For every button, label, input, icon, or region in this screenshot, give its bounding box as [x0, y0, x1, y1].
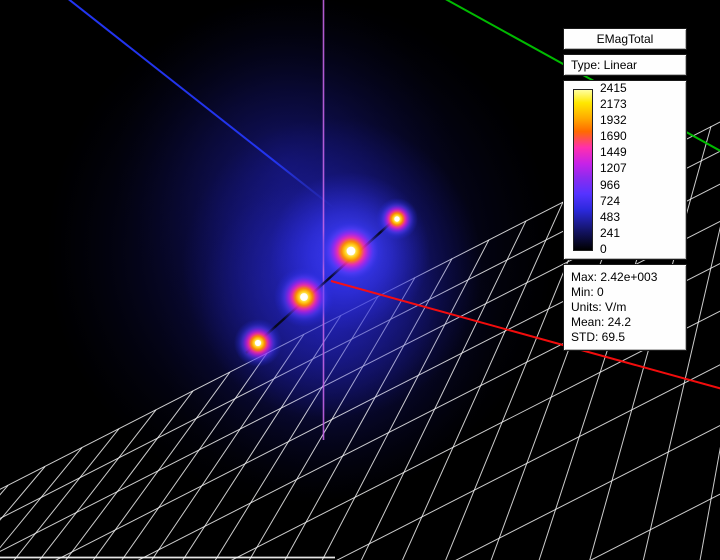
field-hotspot-core — [347, 247, 356, 256]
viewport-3d[interactable]: EMagTotal Type: Linear 2415 2173 1932 16… — [0, 0, 720, 560]
stat-units: Units: V/m — [571, 300, 679, 315]
colorbar-tick: 1932 — [600, 115, 627, 126]
legend-stats-panel[interactable]: Max: 2.42e+003 Min: 0 Units: V/m Mean: 2… — [563, 264, 687, 351]
legend-quantity-title[interactable]: EMagTotal — [563, 28, 687, 50]
colorbar-tick: 1207 — [600, 163, 627, 174]
colorbar-tick: 2173 — [600, 99, 627, 110]
colorbar-gradient — [573, 89, 593, 251]
colorbar-tick: 241 — [600, 228, 627, 239]
colorbar-tick: 483 — [600, 212, 627, 223]
colorbar-tick: 2415 — [600, 83, 627, 94]
stat-std: STD: 69.5 — [571, 330, 679, 345]
colorbar-ticks: 2415 2173 1932 1690 1449 1207 966 724 48… — [600, 83, 627, 255]
colorbar-tick: 1449 — [600, 147, 627, 158]
legend-scale-type[interactable]: Type: Linear — [563, 54, 687, 76]
field-legend: EMagTotal Type: Linear 2415 2173 1932 16… — [563, 28, 687, 355]
colorbar-tick: 1690 — [600, 131, 627, 142]
legend-colorbar-panel[interactable]: 2415 2173 1932 1690 1449 1207 966 724 48… — [563, 80, 687, 260]
stat-mean: Mean: 24.2 — [571, 315, 679, 330]
stat-max: Max: 2.42e+003 — [571, 270, 679, 285]
stat-min: Min: 0 — [571, 285, 679, 300]
colorbar-tick: 724 — [600, 196, 627, 207]
field-hotspot-core — [255, 340, 261, 346]
field-hotspot-core — [300, 293, 308, 301]
colorbar-tick: 966 — [600, 180, 627, 191]
colorbar-tick: 0 — [600, 244, 627, 255]
field-hotspot-core — [394, 216, 399, 221]
